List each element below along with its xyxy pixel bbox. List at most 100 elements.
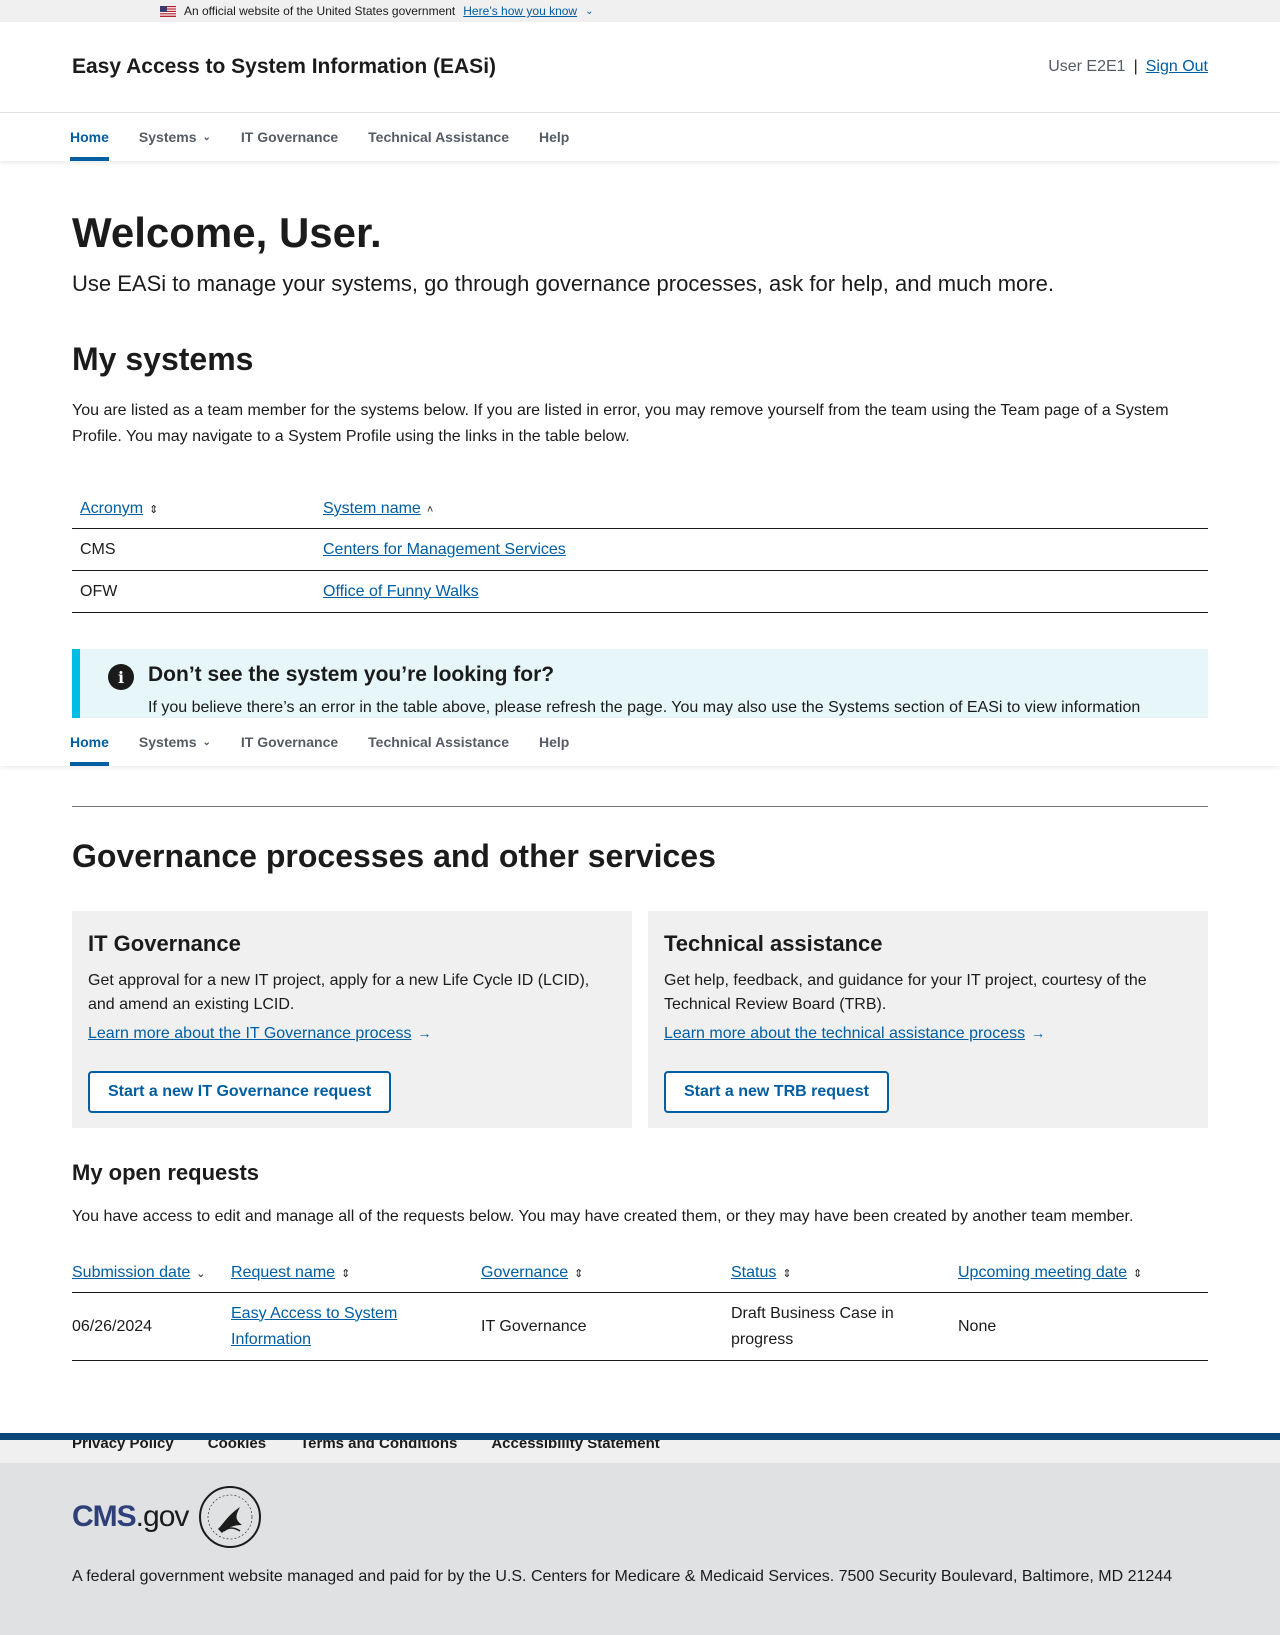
nav-it-governance-label: IT Governance <box>240 129 339 145</box>
column-header-acronym[interactable]: Acronym ⇕ <box>72 490 315 529</box>
sort-acronym-link[interactable]: Acronym <box>80 500 143 517</box>
card-title: IT Governance <box>88 931 241 956</box>
nav-systems-label: Systems <box>138 129 197 145</box>
nav-it-governance[interactable]: IT Governance <box>241 113 338 161</box>
sort-descending-icon: ⌄ <box>196 1268 206 1280</box>
nav-help[interactable]: Help <box>539 113 569 161</box>
sign-out-link[interactable]: Sign Out <box>1146 58 1208 76</box>
footer-link-accessibility[interactable]: Accessibility Statement <box>491 1440 659 1452</box>
arrow-right-icon: → <box>417 1025 432 1041</box>
submission-date: 06/26/2024 <box>72 1292 231 1361</box>
sort-status-link[interactable]: Status <box>731 1264 776 1281</box>
table-row: CMS Centers for Management Services <box>72 528 1208 571</box>
nav-it-governance-label: IT Governance <box>240 734 339 750</box>
footer-link-cookies[interactable]: Cookies <box>208 1440 266 1452</box>
site-title[interactable]: Easy Access to System Information (EASi) <box>72 55 496 79</box>
footer-links-bar: Privacy Policy Cookies Terms and Conditi… <box>0 1433 1280 1463</box>
meeting-date: None <box>958 1292 1208 1361</box>
request-status: Draft Business Case in progress <box>731 1292 958 1361</box>
system-acronym: CMS <box>72 528 315 571</box>
learn-more-technical-assistance-link[interactable]: Learn more about the technical assistanc… <box>664 1025 1192 1043</box>
chevron-down-icon: ⌄ <box>202 736 211 748</box>
open-requests-section: My open requests You have access to edit… <box>72 1160 1208 1361</box>
sort-icon: ⇕ <box>1132 1268 1143 1280</box>
nav-it-governance[interactable]: IT Governance <box>241 718 338 766</box>
my-systems-title: My systems <box>72 341 254 377</box>
site-footer: CMS.gov A federal government website man… <box>0 1463 1280 1635</box>
learn-more-label: Learn more about the IT Governance proce… <box>88 1025 412 1042</box>
card-body: Get help, feedback, and guidance for you… <box>664 972 1147 1013</box>
nav-help[interactable]: Help <box>539 718 569 766</box>
column-header-governance[interactable]: Governance ⇕ <box>481 1254 731 1293</box>
column-header-status[interactable]: Status ⇕ <box>731 1254 958 1293</box>
chevron-down-icon[interactable]: ⌄ <box>585 6 593 17</box>
footer-links: Privacy Policy Cookies Terms and Conditi… <box>0 1440 1280 1452</box>
nav-help-label: Help <box>539 129 570 145</box>
nav-systems-label: Systems <box>138 734 197 750</box>
footer-link-terms[interactable]: Terms and Conditions <box>300 1440 457 1452</box>
card-technical-assistance: Technical assistance Get help, feedback,… <box>648 911 1208 1128</box>
nav-systems[interactable]: Systems ⌄ <box>139 113 211 161</box>
learn-more-label: Learn more about the technical assistanc… <box>664 1025 1026 1042</box>
start-trb-button[interactable]: Start a new TRB request <box>664 1071 889 1113</box>
nav-technical-assistance[interactable]: Technical Assistance <box>368 718 509 766</box>
systems-table: Acronym ⇕ System name ˄ CMS Centers for Ma… <box>72 490 1208 613</box>
cms-logo-gov: .gov <box>135 1500 190 1533</box>
user-separator: | <box>1133 58 1138 75</box>
nav-systems[interactable]: Systems ⌄ <box>139 718 211 766</box>
sort-meeting-date-link[interactable]: Upcoming meeting date <box>958 1264 1127 1281</box>
nav-home[interactable]: Home <box>70 113 109 161</box>
card-body: Get approval for a new IT project, apply… <box>88 972 590 1013</box>
sort-icon: ⇕ <box>341 1268 351 1280</box>
system-name-cell: Office of Funny Walks <box>315 570 1208 613</box>
card-it-governance: IT Governance Get approval for a new IT … <box>72 911 632 1128</box>
hhs-seal-icon <box>199 1486 262 1548</box>
system-link[interactable]: Office of Funny Walks <box>323 583 479 600</box>
info-icon: i <box>108 664 134 690</box>
nav-home-label: Home <box>70 129 109 145</box>
page-title: Welcome, User. <box>72 209 382 256</box>
nav-technical-assistance-label: Technical Assistance <box>368 734 509 750</box>
alert-body: If you believe there’s an error in the t… <box>148 699 1141 716</box>
footer-link-privacy[interactable]: Privacy Policy <box>72 1440 174 1452</box>
cms-logo: CMS.gov <box>72 1500 190 1534</box>
learn-more-it-governance-link[interactable]: Learn more about the IT Governance proce… <box>88 1025 616 1043</box>
how-you-know-link[interactable]: Here’s how you know <box>463 4 577 18</box>
system-link[interactable]: Centers for Management Services <box>323 541 566 558</box>
us-flag-icon <box>160 5 176 17</box>
governance-type: IT Governance <box>481 1292 731 1361</box>
system-acronym: OFW <box>72 570 315 613</box>
sort-icon: ⇕ <box>574 1268 584 1280</box>
section-divider <box>72 806 1208 807</box>
banner-text: An official website of the United States… <box>184 4 456 18</box>
sort-system-name-link[interactable]: System name <box>323 500 421 517</box>
nav-technical-assistance[interactable]: Technical Assistance <box>368 113 509 161</box>
request-link[interactable]: Easy Access to System Information <box>231 1305 397 1348</box>
user-name: User E2E1 <box>1048 58 1126 75</box>
info-alert: i Don’t see the system you’re looking fo… <box>72 649 1208 727</box>
chevron-down-icon: ⌄ <box>202 131 211 143</box>
sort-request-name-link[interactable]: Request name <box>231 1264 335 1281</box>
sort-icon: ⇕ <box>149 504 159 516</box>
requests-table: Submission date ⌄ Request name ⇕ Governanc… <box>72 1254 1208 1361</box>
gov-banner: An official website of the United States… <box>0 0 1280 22</box>
start-it-governance-button[interactable]: Start a new IT Governance request <box>88 1071 392 1113</box>
main-content: Welcome, User. Use EASi to manage your s… <box>0 209 1280 727</box>
column-header-system-name[interactable]: System name ˄ <box>315 490 1208 529</box>
primary-nav: Home Systems ⌄ IT Governance Technical As… <box>0 113 1280 161</box>
table-row: OFW Office of Funny Walks <box>72 570 1208 613</box>
sort-icon: ⇕ <box>782 1268 792 1280</box>
site-header: Easy Access to System Information (EASi)… <box>0 22 1280 113</box>
sort-governance-link[interactable]: Governance <box>481 1264 568 1281</box>
open-requests-description: You have access to edit and manage all o… <box>72 1208 1134 1225</box>
sticky-nav: Home Systems ⌄ IT Governance Technical As… <box>0 718 1280 766</box>
nav-home[interactable]: Home <box>70 718 109 766</box>
column-header-upcoming-meeting[interactable]: Upcoming meeting date ⇕ <box>958 1254 1208 1293</box>
card-title: Technical assistance <box>664 931 883 956</box>
nav-help-label: Help <box>539 734 570 750</box>
sort-submission-date-link[interactable]: Submission date <box>72 1264 190 1281</box>
column-header-request-name[interactable]: Request name ⇕ <box>231 1254 481 1293</box>
column-header-submission-date[interactable]: Submission date ⌄ <box>72 1254 231 1293</box>
cms-logo-text: CMS <box>72 1500 137 1533</box>
table-row: 06/26/2024 Easy Access to System Informa… <box>72 1292 1208 1361</box>
